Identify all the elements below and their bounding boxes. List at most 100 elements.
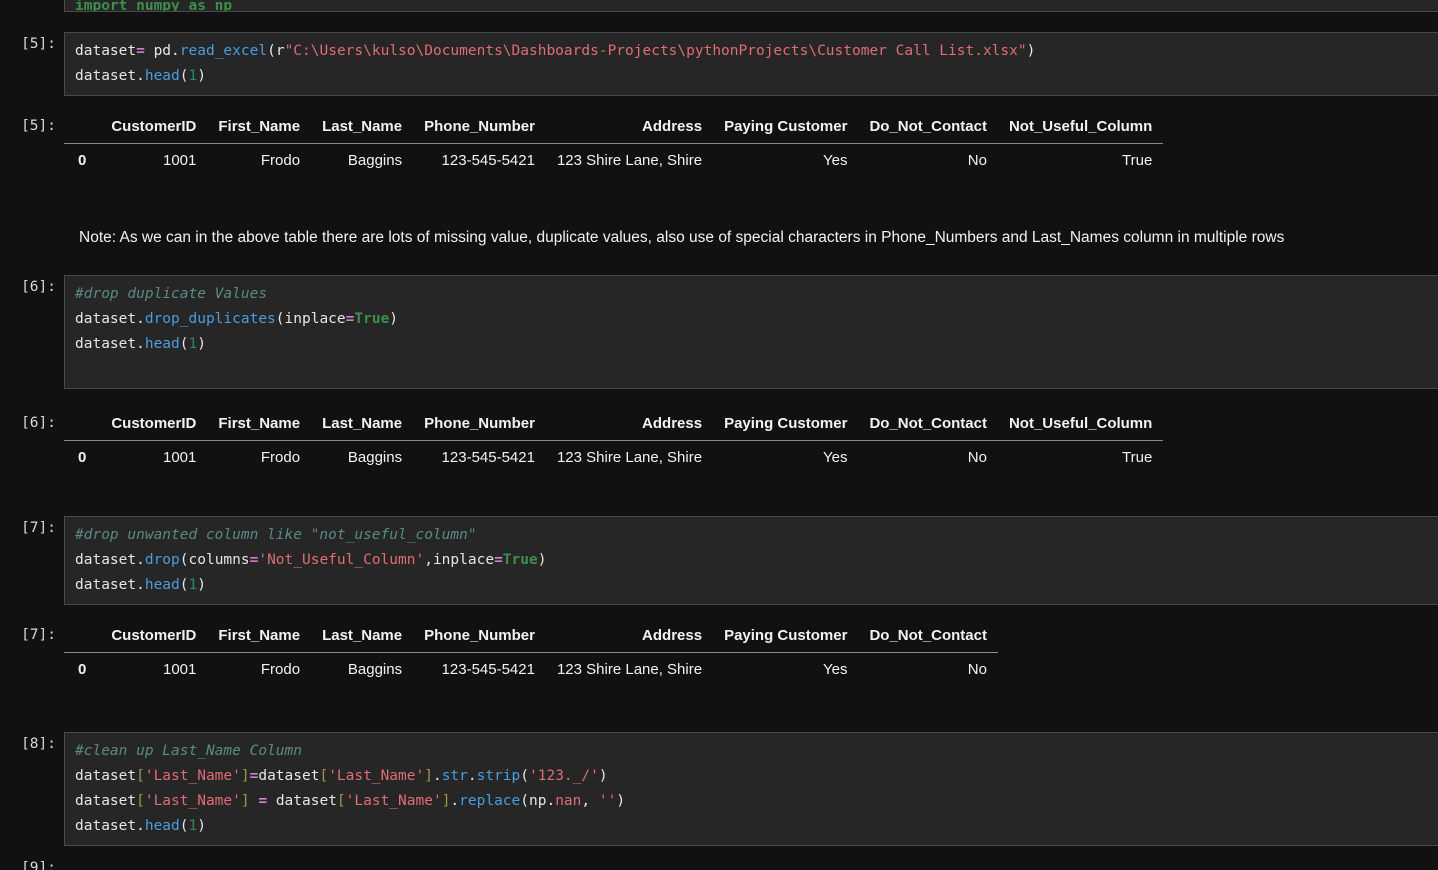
token-bracket: ] xyxy=(240,768,250,784)
cell-9-clipped[interactable]: [9]: xyxy=(0,856,1438,870)
table-column-header: Last_Name xyxy=(322,415,403,432)
code-editor-5[interactable]: dataset= pd.read_excel(r"C:\Users\kulso\… xyxy=(64,32,1438,96)
token-dot: . xyxy=(136,68,145,84)
code-line-6-3: dataset.head(1) xyxy=(75,332,1428,357)
table-column-header: Address xyxy=(642,627,703,644)
token-paren: ( xyxy=(179,818,189,834)
code-editor-8[interactable]: #clean up Last_Name Column dataset [ 'Last_… xyxy=(64,732,1438,846)
cell-5[interactable]: [5]: dataset= pd.read_excel(r"C:\Users\k… xyxy=(0,32,1438,96)
table-cell: 123 Shire Lane, Shire xyxy=(556,661,703,678)
token-comment: #drop duplicate Values xyxy=(75,286,268,302)
table-index-header xyxy=(64,114,100,144)
token-bracket: [ xyxy=(136,768,145,784)
token-paren: ) xyxy=(598,768,608,784)
prompt-markdown-note xyxy=(0,227,64,249)
token-paren: ) xyxy=(537,552,547,568)
output-7: [7]: CustomerID First_Name Last_Name Phone_… xyxy=(0,623,1438,684)
token-dot: . xyxy=(171,43,180,59)
token-string-path: "C:\Users\kulso\Documents\Dashboards-Pro… xyxy=(284,43,1027,59)
token-function: head xyxy=(144,68,180,84)
prompt-in-7: [7]: xyxy=(21,520,56,536)
table-cell: Frodo xyxy=(260,449,301,466)
token-paren: ( xyxy=(179,577,189,593)
table-row: 0 1001 Frodo Baggins 123-545-5421 123 Shire L… xyxy=(64,653,998,685)
token-dot: . xyxy=(450,793,460,809)
table-column-header: Do_Not_Contact xyxy=(869,415,987,432)
table-cell: Frodo xyxy=(260,661,301,678)
token-variable: dataset xyxy=(258,768,320,784)
token-attribute: nan xyxy=(555,793,582,809)
token-comma: , xyxy=(424,552,433,568)
table-column-header: Not_Useful_Column xyxy=(1008,118,1153,135)
table-cell: 1001 xyxy=(162,152,197,169)
token-argument: inplace xyxy=(432,552,495,568)
table-column-header: Paying Customer xyxy=(724,627,848,644)
table-body: 0 1001 Frodo Baggins 123-545-5421 123 Shire L… xyxy=(64,653,998,685)
code-line-6-1: #drop duplicate Values xyxy=(75,282,1428,307)
prompt-out-7: [7]: xyxy=(21,627,56,643)
token-number: 1 xyxy=(188,336,198,352)
cell-8[interactable]: [8]: #clean up Last_Name Column dataset['… xyxy=(0,732,1438,846)
token-dot: . xyxy=(136,552,145,568)
token-keyword: import numpy as np xyxy=(75,0,233,12)
markdown-note-row[interactable]: Note: As we can in the above table there… xyxy=(0,227,1438,249)
code-editor-clipped-top[interactable]: import numpy as np xyxy=(64,0,1438,12)
token-function: head xyxy=(144,336,180,352)
table-row-index: 0 xyxy=(78,449,87,466)
table-cell: 123 Shire Lane, Shire xyxy=(556,152,703,169)
table-column-header: Paying Customer xyxy=(724,118,848,135)
prompt-in-5: [5]: xyxy=(21,36,56,52)
table-header-row: CustomerID First_Name Last_Name Phone_Numbe… xyxy=(64,623,998,653)
table-cell: 123-545-5421 xyxy=(441,661,535,678)
table-column-header: Phone_Number xyxy=(424,627,535,644)
prompt-out-6: [6]: xyxy=(21,415,56,431)
token-dot: . xyxy=(136,818,145,834)
cell-clipped-top[interactable]: import numpy as np xyxy=(0,0,1438,18)
table-index-header xyxy=(64,411,100,441)
token-string: 'Last_Name' xyxy=(328,768,425,784)
table-column-header: CustomerID xyxy=(111,415,197,432)
token-number: 1 xyxy=(188,68,198,84)
cell-6[interactable]: [6]: #drop duplicate Values dataset.drop_… xyxy=(0,275,1438,389)
table-cell: True xyxy=(1122,449,1153,466)
token-bracket: [ xyxy=(136,793,145,809)
token-paren: ( xyxy=(179,68,189,84)
table-cell: 1001 xyxy=(162,449,197,466)
token-comment: #drop unwanted column like "not_useful_c… xyxy=(75,527,477,543)
token-paren: ) xyxy=(1026,43,1036,59)
table-row-index: 0 xyxy=(78,661,87,678)
table-column-header: First_Name xyxy=(218,118,301,135)
code-editor-6[interactable]: #drop duplicate Values dataset.drop_dupli… xyxy=(64,275,1438,389)
cell-7[interactable]: [7]: #drop unwanted column like "not_use… xyxy=(0,516,1438,605)
token-operator: = xyxy=(136,43,145,59)
table-body: 0 1001 Frodo Baggins 123-545-5421 123 Shire L… xyxy=(64,441,1163,473)
table-cell: Baggins xyxy=(347,449,403,466)
table-header-row: CustomerID First_Name Last_Name Phone_Numbe… xyxy=(64,114,1164,144)
token-function: strip xyxy=(476,768,521,784)
token-comment: #clean up Last_Name Column xyxy=(75,743,302,759)
table-cell: Baggins xyxy=(347,152,403,169)
token-function: drop_duplicates xyxy=(144,311,276,327)
table-cell: No xyxy=(967,449,987,466)
dataframe-table-6: CustomerID First_Name Last_Name Phone_Numbe… xyxy=(64,411,1164,473)
code-line-7-3: dataset.head(1) xyxy=(75,573,1428,598)
code-editor-7[interactable]: #drop unwanted column like "not_useful_c… xyxy=(64,516,1438,605)
token-dot: . xyxy=(467,768,477,784)
token-raw-prefix: r xyxy=(275,43,285,59)
table-column-header: Not_Useful_Column xyxy=(1008,415,1153,432)
table-column-header: Do_Not_Contact xyxy=(869,118,987,135)
token-variable: dataset xyxy=(75,336,137,352)
token-paren: ) xyxy=(197,336,206,352)
token-paren: ( xyxy=(520,768,530,784)
table-row: 0 1001 Frodo Baggins 123-545-5421 123 Shire L… xyxy=(64,441,1163,473)
table-cell: Baggins xyxy=(347,661,403,678)
code-line-8-4: dataset.head(1) xyxy=(75,814,1428,839)
token-number: 1 xyxy=(188,577,198,593)
token-dot: . xyxy=(546,793,556,809)
token-string: '123._/' xyxy=(529,768,599,784)
notebook-container: import numpy as np [5]: dataset= pd.read… xyxy=(0,0,1438,870)
table-cell: Yes xyxy=(822,661,848,678)
table-column-header: First_Name xyxy=(218,415,301,432)
token-paren: ( xyxy=(275,311,285,327)
